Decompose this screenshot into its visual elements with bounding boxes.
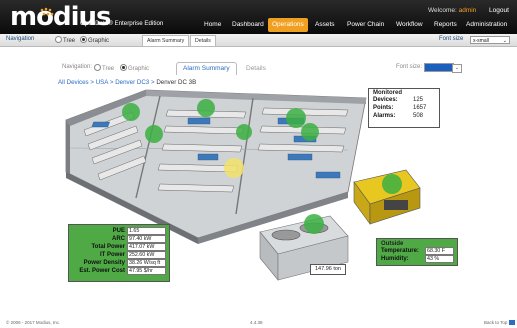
alarms-value: 508 [413,113,424,119]
breadcrumb-usa[interactable]: USA [96,79,108,86]
footer-copyright: © 2006 - 2017 Modius, Inc. [6,320,61,325]
footer-version: 4.4.38 [250,320,263,325]
metric-row-power-density: Power Density 38.26 W/sq ft [69,259,169,267]
inner-graphic-label: Graphic [128,66,150,72]
font-size-select[interactable]: x-small ⌄ [470,36,510,44]
humidity-label: Humidity: [381,256,409,262]
inner-font-size-select[interactable]: ⌄ [424,63,462,73]
tree-radio-icon[interactable] [55,36,62,43]
welcome-text: Welcome: admin [428,7,476,14]
modius-logo[interactable]: modius [10,2,111,32]
tab-details[interactable]: Details [190,35,216,46]
nav-reports[interactable]: Reports [430,18,461,32]
outside-title: Outside [381,241,404,247]
metric-row-pue: PUE 1.65 [69,227,169,235]
metric-label: Est. Power Cost [79,268,125,274]
metric-row-arc: ARC 97.40 kW [69,235,169,243]
breadcrumb-separator: > [150,79,155,86]
metric-label: ARC [112,236,125,242]
metric-label: PUE [112,228,125,234]
inner-tab-alarm-summary[interactable]: Alarm Summary [176,62,237,75]
alarms-label: Alarms: [373,113,396,119]
chevron-down-icon: ⌄ [502,38,507,44]
tree-radio-label: Tree [63,38,76,44]
breadcrumb: All Devices > USA > Denver DC3 > Denver … [58,79,196,86]
logout-link[interactable]: Logout [489,7,509,14]
metric-row-it-power: IT Power 252.60 kW [69,251,169,259]
nav-operations[interactable]: Operations [268,18,308,32]
metric-label: IT Power [99,252,125,258]
metric-label: Total Power [91,244,125,250]
font-size-label: Font size [439,36,464,42]
temperature-label: Temperature: [381,248,419,254]
breadcrumb-denver-dc3b: Denver DC 3B [156,79,197,86]
graphic-radio[interactable]: Graphic [80,36,109,44]
top-header: modius OpenData® Enterprise Edition Welc… [0,0,517,34]
metric-value: 97.40 kW [127,235,166,243]
monitored-title: Monitored [373,90,402,96]
logo-dots-icon [40,7,54,16]
breadcrumb-separator: > [109,79,114,86]
back-to-top-label: Back to Top [484,320,508,325]
inner-tree-radio-icon[interactable] [94,64,101,71]
devices-label: Devices: [373,97,398,103]
metric-value: 1.65 [127,227,166,235]
back-to-top-link[interactable]: Back to Top [484,320,515,325]
navigation-label: Navigation [6,36,35,42]
nav-dashboard[interactable]: Dashboard [228,18,268,32]
outside-humidity-row: Humidity: 43 % [377,255,457,263]
monitored-devices-row: Devices: 125 [369,96,439,104]
graphic-view-frame: Navigation: Tree Graphic Alarm Summary D… [48,60,471,286]
metric-value: 47.95 $/hr [127,267,166,275]
inner-tree-label: Tree [102,66,115,72]
metric-label: Power Density [83,260,125,266]
inner-tree-radio[interactable]: Tree [94,64,114,72]
breadcrumb-separator: > [90,79,94,86]
inner-chevron-down-icon: ⌄ [452,64,462,73]
nav-power-chain[interactable]: Power Chain [343,18,388,32]
power-metrics-panel: PUE 1.65 ARC 97.40 kW Total Power 417.07… [68,224,170,282]
metric-row-power-cost: Est. Power Cost 47.95 $/hr [69,267,169,275]
nav-administration[interactable]: Administration [462,18,511,32]
navigation-bar: Navigation Tree Graphic Alarm Summary De… [0,34,517,47]
chiller-tonnage-label: 147.96 ton [310,264,346,275]
metric-value: 417.07 kW [127,243,166,251]
tab-alarm-summary[interactable]: Alarm Summary [142,35,190,46]
outside-temperature-row: Temperature: 68.30 F [377,247,457,255]
inner-navigation-label: Navigation: [62,64,93,70]
nav-assets[interactable]: Assets [311,18,339,32]
points-value: 1657 [413,105,427,111]
monitored-points-row: Points: 1657 [369,104,439,112]
points-label: Points: [373,105,394,111]
temperature-value: 68.30 F [425,247,454,255]
edition-label: OpenData® Enterprise Edition [80,20,164,27]
inner-font-size-label: Font size: [396,64,423,70]
metric-value: 252.60 kW [127,251,166,259]
graphic-radio-label: Graphic [88,38,110,44]
tree-radio[interactable]: Tree [55,36,75,44]
inner-graphic-radio[interactable]: Graphic [120,64,149,72]
welcome-prefix: Welcome: [428,7,457,14]
arrow-up-icon [508,320,515,325]
breadcrumb-all-devices[interactable]: All Devices [58,79,89,86]
nav-workflow[interactable]: Workflow [392,18,427,32]
monitored-alarms-row: Alarms: 508 [369,112,439,120]
username[interactable]: admin [459,7,477,14]
graphic-radio-icon[interactable] [80,36,87,43]
metric-value: 38.26 W/sq ft [127,259,166,267]
breadcrumb-denver-dc3[interactable]: Denver DC3 [115,79,149,86]
monitored-panel: Monitored Devices: 125 Points: 1657 Alar… [368,88,440,128]
nav-home[interactable]: Home [200,18,225,32]
font-size-value: x-small [473,38,489,44]
inner-graphic-radio-icon[interactable] [120,64,127,71]
outside-conditions-panel: Outside Temperature: 68.30 F Humidity: 4… [376,238,458,266]
inner-tab-details[interactable]: Details [239,62,273,75]
metric-row-total-power: Total Power 417.07 kW [69,243,169,251]
inner-navigation-bar: Navigation: Tree Graphic Alarm Summary D… [48,60,471,75]
humidity-value: 43 % [425,255,454,263]
devices-value: 125 [413,97,424,103]
